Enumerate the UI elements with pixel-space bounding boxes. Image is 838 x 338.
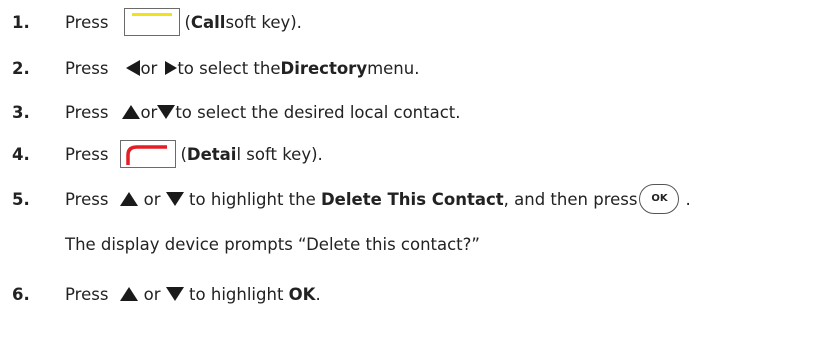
press-text: Press <box>65 284 109 304</box>
press-text: Press <box>65 12 109 32</box>
delete-contact-option: Delete This Contact <box>320 189 504 209</box>
directory-menu-name: Directory <box>280 58 368 78</box>
detail-softkey-icon <box>120 140 177 168</box>
press-text: Press <box>65 58 109 78</box>
instructions: 1. Press (Call soft key). 2. Press or to… <box>0 0 838 338</box>
call-key-name: Call <box>190 12 226 32</box>
press-text: Press <box>65 144 109 164</box>
down-arrow-icon <box>157 105 176 119</box>
press-text: Press <box>65 189 109 209</box>
step-number: 3. <box>12 102 30 122</box>
up-arrow-icon <box>120 192 139 206</box>
ok-option: OK <box>288 284 316 304</box>
press-text: Press <box>65 102 109 122</box>
step-number: 5. <box>12 189 30 209</box>
left-arrow-icon <box>126 60 141 76</box>
ok-button-icon: OK <box>639 184 680 214</box>
up-arrow-icon <box>122 105 141 119</box>
step-number: 6. <box>12 284 30 304</box>
up-arrow-icon <box>120 287 139 301</box>
prompt-note: The display device prompts “Delete this … <box>65 234 480 254</box>
right-arrow-icon <box>165 61 178 75</box>
down-arrow-icon <box>165 192 184 206</box>
step-number: 1. <box>12 12 30 32</box>
step-number: 2. <box>12 58 30 78</box>
step-number: 4. <box>12 144 30 164</box>
call-softkey-icon <box>124 8 181 36</box>
down-arrow-icon <box>165 287 184 301</box>
detail-key-name: Detai <box>186 144 237 164</box>
